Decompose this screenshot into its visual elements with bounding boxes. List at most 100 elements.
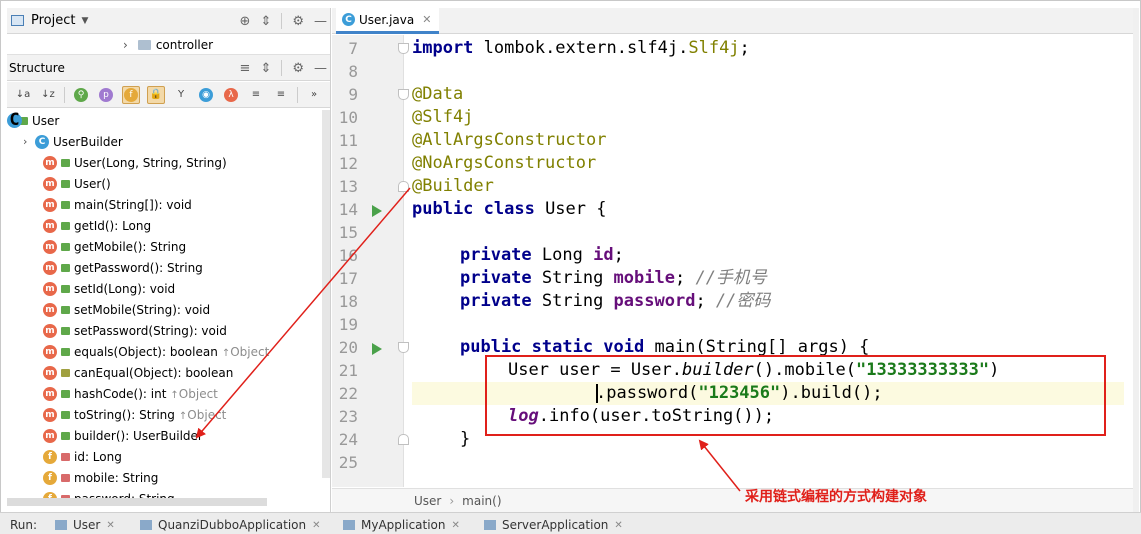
run-gutter-icon[interactable] <box>372 205 382 217</box>
project-tree-row[interactable]: › controller <box>7 35 330 55</box>
right-tool-strip <box>1133 8 1139 512</box>
structure-item[interactable]: › C UserBuilder <box>23 131 123 152</box>
structure-item-label: User() <box>74 176 111 191</box>
method-icon: m <box>43 239 57 254</box>
class-icon: C <box>35 134 49 149</box>
minimize-icon[interactable]: — <box>314 61 327 76</box>
project-header-actions: ⊕ ⇕ ⚙ — <box>240 8 327 34</box>
private-lock-icon <box>61 473 70 482</box>
structure-item-label: getPassword(): String <box>74 260 203 275</box>
run-tab-label: QuanziDubboApplication <box>158 518 307 532</box>
project-panel-icon <box>11 15 24 26</box>
structure-item[interactable]: m getPassword(): String <box>43 257 203 278</box>
public-icon <box>61 389 70 398</box>
code-line-11: @AllArgsConstructor <box>412 130 607 150</box>
show-fields-icon[interactable]: f <box>122 85 140 104</box>
structure-item[interactable]: f id: Long <box>43 446 122 467</box>
project-panel-title[interactable]: Project <box>31 13 75 28</box>
collapse-all-icon[interactable]: ⇕ <box>260 61 271 76</box>
expand-all-icon[interactable]: ≡ <box>247 86 265 104</box>
sort-visibility-icon[interactable]: ↓a <box>14 86 32 104</box>
run-config-icon <box>55 520 67 530</box>
code-token: ; <box>674 268 696 288</box>
close-icon[interactable]: ✕ <box>614 520 622 531</box>
code-token: main(String[] args) { <box>644 337 870 357</box>
structure-item[interactable]: m setMobile(String): void <box>43 299 210 320</box>
show-anonymous-icon[interactable]: ◉ <box>197 86 215 104</box>
fold-marker-icon[interactable] <box>398 43 409 54</box>
project-tree-item-controller[interactable]: controller <box>156 38 213 52</box>
gear-icon[interactable]: ⚙ <box>292 61 304 76</box>
code-comment: //手机号 <box>695 268 767 288</box>
method-icon: m <box>43 176 57 191</box>
locate-icon[interactable]: ⊕ <box>240 14 251 29</box>
chevron-right-icon[interactable]: › <box>123 38 128 52</box>
run-tab-server[interactable]: ServerApplication ✕ <box>484 515 623 534</box>
run-config-icon <box>484 520 496 530</box>
chevron-right-icon[interactable]: › <box>23 135 35 148</box>
chevron-down-icon[interactable]: ▼ <box>81 16 88 26</box>
close-icon[interactable]: ✕ <box>312 520 320 531</box>
public-icon <box>61 347 70 356</box>
structure-item[interactable]: f mobile: String <box>43 467 158 488</box>
structure-item[interactable]: m canEqual(Object): boolean <box>43 362 233 383</box>
structure-item[interactable]: m setPassword(String): void <box>43 320 227 341</box>
close-icon[interactable]: ✕ <box>106 520 114 531</box>
annotation-caption: 采用链式编程的方式构建对象 <box>745 489 927 505</box>
structure-item[interactable]: m User(Long, String, String) <box>43 152 227 173</box>
run-tab-user[interactable]: User ✕ <box>55 515 115 534</box>
method-icon: m <box>43 428 57 443</box>
fold-marker-icon[interactable] <box>398 89 409 100</box>
show-lambdas-filter-icon[interactable]: Y <box>172 86 190 104</box>
editor-tab-user-java[interactable]: C User.java ✕ <box>336 8 440 34</box>
minimize-icon[interactable]: — <box>314 14 327 29</box>
run-tab-quanzi[interactable]: QuanziDubboApplication ✕ <box>140 515 321 534</box>
expand-all-icon[interactable]: ≡ <box>240 61 251 76</box>
run-tab-myapp[interactable]: MyApplication ✕ <box>343 515 460 534</box>
structure-item[interactable]: m User() <box>43 173 111 194</box>
structure-item[interactable]: m main(String[]): void <box>43 194 192 215</box>
structure-root-row[interactable]: ⌄ C User <box>7 110 59 131</box>
line-number: 24 <box>338 430 358 449</box>
inherited-class-name: Object <box>178 386 218 401</box>
sort-alpha-icon[interactable]: ↓z <box>39 86 57 104</box>
structure-item[interactable]: m hashCode(): int ↑Object <box>43 383 218 404</box>
close-icon[interactable]: ✕ <box>422 13 431 26</box>
line-number: 12 <box>338 154 358 173</box>
fold-marker-icon[interactable] <box>398 342 409 353</box>
collapse-all-icon[interactable]: ≡ <box>272 86 290 104</box>
fold-marker-icon[interactable] <box>398 434 409 445</box>
separator <box>64 86 65 103</box>
show-inherited-icon[interactable]: ⚲ <box>72 86 90 104</box>
structure-item[interactable]: m getMobile(): String <box>43 236 186 257</box>
structure-item[interactable]: m equals(Object): boolean ↑Object <box>43 341 269 362</box>
collapse-all-icon[interactable]: ⇕ <box>260 14 271 29</box>
private-lock-icon <box>61 452 70 461</box>
horizontal-scrollbar[interactable] <box>7 498 267 506</box>
show-properties-icon[interactable]: p <box>97 86 115 104</box>
fold-marker-icon[interactable] <box>398 181 409 192</box>
structure-item[interactable]: m setId(Long): void <box>43 278 175 299</box>
breadcrumb-item[interactable]: User <box>414 494 441 508</box>
structure-item[interactable]: m toString(): String ↑Object <box>43 404 226 425</box>
gear-icon[interactable]: ⚙ <box>292 14 304 29</box>
more-icon[interactable]: » <box>305 86 323 104</box>
class-icon: C <box>342 13 355 26</box>
line-number: 13 <box>338 177 358 196</box>
breadcrumb-item[interactable]: main() <box>462 494 501 508</box>
show-lambdas-icon[interactable]: λ <box>222 86 240 104</box>
close-icon[interactable]: ✕ <box>452 520 460 531</box>
method-icon: m <box>43 344 57 359</box>
code-line-7: import lombok.extern.slf4j.Slf4j; <box>412 37 750 60</box>
structure-item[interactable]: m builder(): UserBuilder <box>43 425 203 446</box>
run-gutter-icon[interactable] <box>372 343 382 355</box>
inherited-class-name: Object <box>187 407 227 422</box>
editor-tab-bar: C User.java ✕ <box>332 8 1133 34</box>
line-number: 21 <box>338 361 358 380</box>
structure-item[interactable]: m getId(): Long <box>43 215 151 236</box>
vertical-scrollbar[interactable] <box>322 110 330 478</box>
line-number: 22 <box>338 384 358 403</box>
code-token: ; <box>739 38 750 58</box>
structure-toolbar: ↓a ↓z ⚲ p f 🔒 Y ◉ λ ≡ ≡ » <box>7 82 330 108</box>
show-non-public-icon[interactable]: 🔒 <box>147 85 165 104</box>
